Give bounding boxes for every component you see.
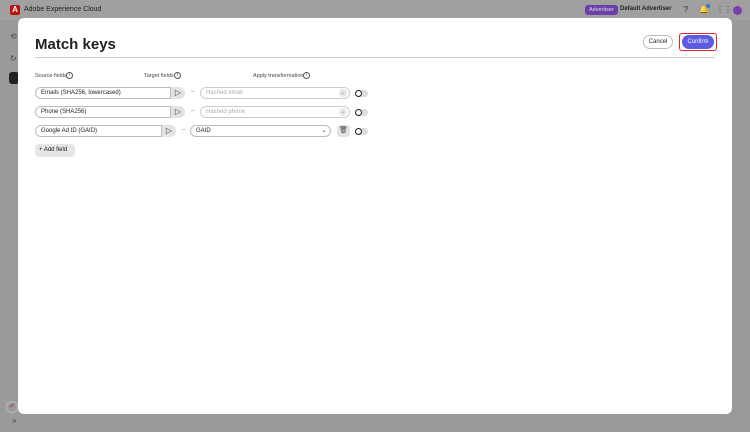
chevron-down-icon[interactable]: ⌄	[339, 89, 347, 97]
adobe-logo[interactable]: A	[10, 5, 20, 15]
target-fields-label: Target fields	[144, 73, 174, 79]
select-field-cursor-icon[interactable]: ▷	[162, 125, 176, 137]
select-field-cursor-icon[interactable]: ▷	[171, 87, 185, 99]
target-field-select[interactable]: GAID	[190, 125, 331, 137]
expand-sidebar-icon[interactable]: »	[12, 416, 16, 425]
select-field-cursor-icon[interactable]: ▷	[171, 106, 185, 118]
mapping-separator: –	[191, 89, 195, 95]
cancel-button[interactable]: Cancel	[643, 35, 673, 49]
match-keys-dialog	[18, 18, 732, 414]
info-icon[interactable]: i	[174, 72, 181, 79]
sidebar-history-icon[interactable]: ⟲	[10, 32, 17, 41]
notification-dot	[706, 4, 710, 8]
source-fields-label: Source fields	[35, 73, 67, 79]
apply-transformation-label: Apply transformation	[253, 73, 304, 79]
divider	[35, 57, 715, 58]
avatar[interactable]	[733, 6, 742, 15]
confirm-button[interactable]: Confirm	[682, 35, 714, 49]
info-icon[interactable]: i	[66, 72, 73, 79]
app-title: Adobe Experience Cloud	[24, 6, 102, 13]
add-field-button[interactable]: + Add field	[35, 144, 75, 157]
sidebar-refresh-icon[interactable]: ↻	[10, 54, 17, 63]
account-switcher[interactable]: Default Advertiser	[620, 6, 671, 12]
source-field-input[interactable]: Google Ad ID (GAID)	[35, 125, 162, 137]
mapping-separator: –	[191, 108, 195, 114]
chevron-down-icon[interactable]: ⌄	[320, 127, 328, 135]
transformation-toggle[interactable]	[355, 128, 368, 135]
transformation-toggle[interactable]	[355, 90, 368, 97]
info-icon[interactable]: i	[303, 72, 310, 79]
transformation-toggle[interactable]	[355, 109, 368, 116]
add-field-label: Add field	[43, 147, 68, 153]
role-badge: Advertiser	[585, 5, 618, 15]
help-icon[interactable]: ?	[682, 6, 690, 14]
target-field-select[interactable]: Hashed email	[200, 87, 350, 99]
source-field-input[interactable]: Emails (SHA256, lowercased)	[35, 87, 171, 99]
sidebar-pin-icon[interactable]: ✔	[6, 401, 18, 413]
mapping-separator: –	[182, 127, 186, 133]
source-field-input[interactable]: Phone (SHA256)	[35, 106, 171, 118]
apps-grid-icon[interactable]: ⋮⋮	[716, 6, 732, 14]
dialog-title: Match keys	[35, 36, 116, 53]
chevron-down-icon[interactable]: ⌄	[339, 108, 347, 116]
delete-row-trash-icon[interactable]: 🗑	[337, 125, 350, 137]
target-field-select[interactable]: Hashed phone	[200, 106, 350, 118]
